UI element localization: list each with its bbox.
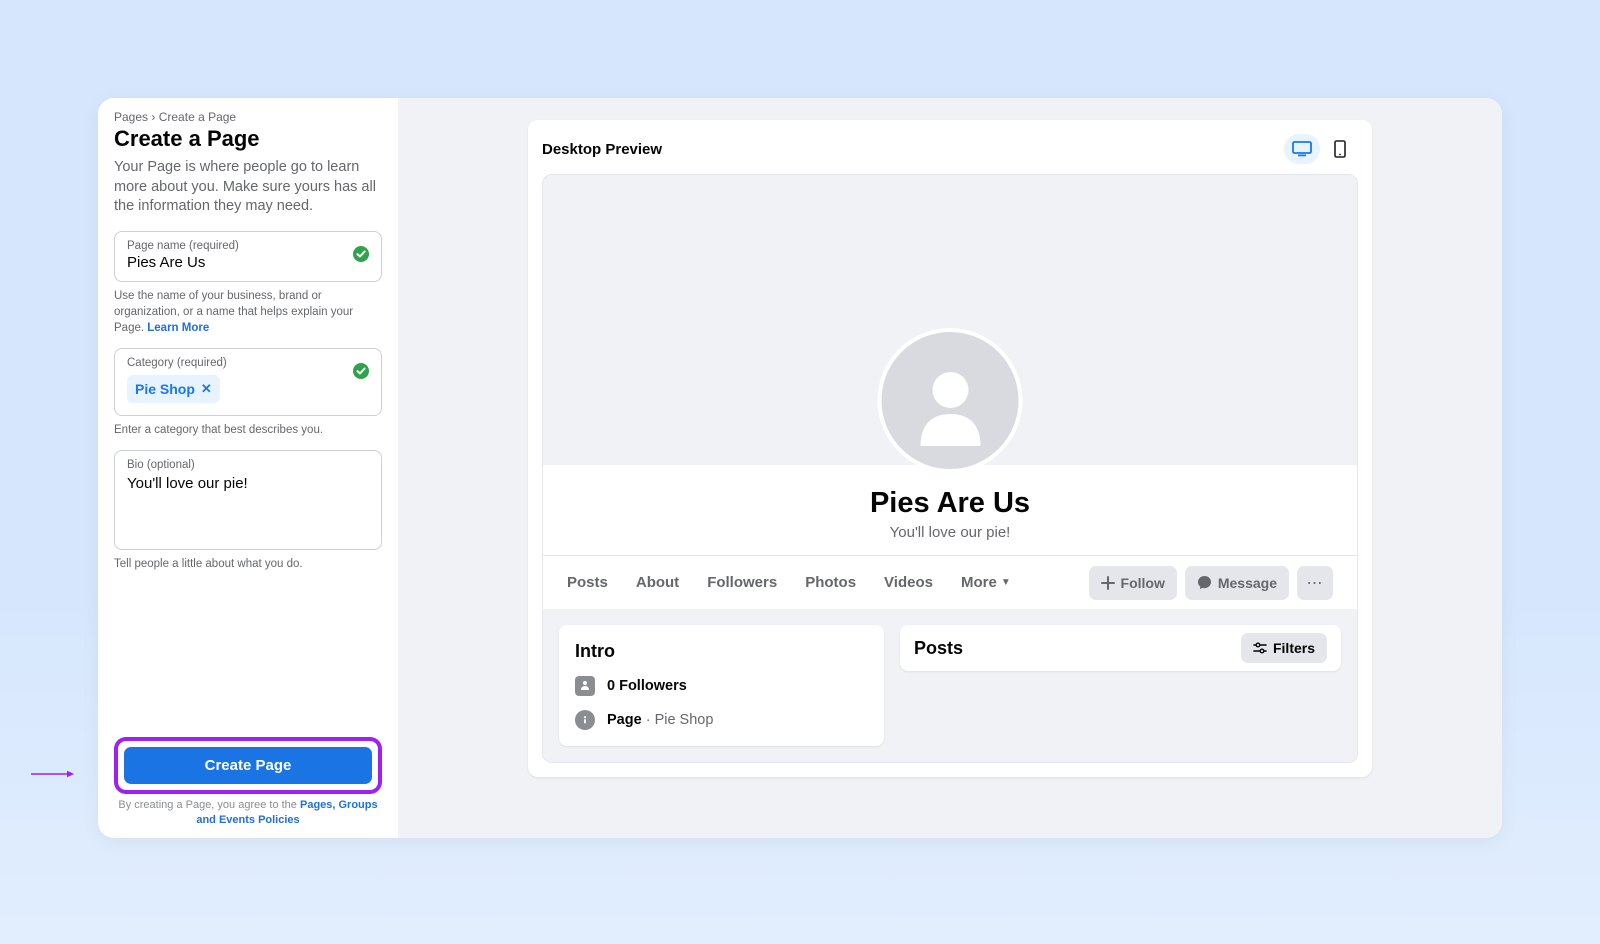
mobile-icon <box>1334 140 1346 158</box>
check-icon <box>353 246 369 262</box>
category-helper: Enter a category that best describes you… <box>114 422 382 438</box>
preview-page-name: Pies Are Us <box>543 487 1357 520</box>
annotation-arrow <box>0 770 108 778</box>
cover-photo-placeholder <box>543 175 1357 465</box>
posts-title: Posts <box>914 638 963 659</box>
desktop-icon <box>1292 141 1312 157</box>
person-icon <box>905 356 995 446</box>
category-label: Category (required) <box>127 357 369 369</box>
learn-more-link[interactable]: Learn More <box>147 322 209 334</box>
intro-page-type: Page · Pie Shop <box>575 710 868 730</box>
intro-title: Intro <box>575 641 868 662</box>
follow-button[interactable]: Follow <box>1089 566 1177 600</box>
follow-icon <box>1101 576 1115 590</box>
tab-row: Posts About Followers Photos Videos More… <box>543 555 1357 609</box>
caret-down-icon: ▼ <box>1001 577 1011 588</box>
bio-value: You'll love our pie! <box>127 475 369 492</box>
page-name-label: Page name (required) <box>127 240 369 252</box>
category-chip-label: Pie Shop <box>135 381 195 397</box>
info-icon <box>575 710 595 730</box>
preview-body: Pies Are Us You'll love our pie! Posts A… <box>542 174 1358 763</box>
check-icon <box>353 363 369 379</box>
create-page-button[interactable]: Create Page <box>124 747 372 784</box>
device-toggle <box>1284 134 1358 164</box>
preview-label: Desktop Preview <box>542 141 662 158</box>
tab-posts[interactable]: Posts <box>567 574 608 591</box>
policy-text: By creating a Page, you agree to the Pag… <box>114 798 382 828</box>
page-title: Create a Page <box>114 126 382 152</box>
category-field[interactable]: Category (required) Pie Shop ✕ <box>114 348 382 416</box>
preview-content-row: Intro 0 Followers Page <box>543 609 1357 762</box>
preview-area: Desktop Preview <box>398 98 1502 838</box>
preview-page-bio: You'll love our pie! <box>543 524 1357 541</box>
intro-page-category: Pie Shop <box>655 712 714 728</box>
filters-button[interactable]: Filters <box>1241 633 1327 663</box>
tab-more[interactable]: More ▼ <box>961 574 1011 591</box>
intro-followers-label: 0 Followers <box>607 678 687 694</box>
message-button[interactable]: Message <box>1185 566 1289 600</box>
intro-card: Intro 0 Followers Page <box>559 625 884 746</box>
app-window: Pages › Create a Page Create a Page Your… <box>98 98 1502 838</box>
desktop-toggle[interactable] <box>1284 134 1320 164</box>
ellipsis-icon: ⋯ <box>1307 573 1324 593</box>
bio-label: Bio (optional) <box>127 459 369 471</box>
tab-followers[interactable]: Followers <box>707 574 777 591</box>
page-name-value: Pies Are Us <box>127 254 369 271</box>
breadcrumb: Pages › Create a Page <box>114 110 382 124</box>
breadcrumb-current: Create a Page <box>159 110 236 124</box>
create-button-highlight: Create Page <box>114 737 382 794</box>
followers-icon <box>575 676 595 696</box>
tab-photos[interactable]: Photos <box>805 574 856 591</box>
breadcrumb-root-link[interactable]: Pages <box>114 110 148 124</box>
more-actions-button[interactable]: ⋯ <box>1297 566 1333 600</box>
remove-chip-icon[interactable]: ✕ <box>201 381 212 397</box>
filters-icon <box>1253 642 1267 654</box>
intro-page-type-label: Page <box>607 712 642 728</box>
mobile-toggle[interactable] <box>1322 134 1358 164</box>
bio-helper: Tell people a little about what you do. <box>114 556 382 572</box>
category-chip: Pie Shop ✕ <box>127 375 220 403</box>
tab-videos[interactable]: Videos <box>884 574 933 591</box>
page-name-field[interactable]: Page name (required) Pies Are Us <box>114 231 382 282</box>
preview-card: Desktop Preview <box>528 120 1372 777</box>
bio-field[interactable]: Bio (optional) You'll love our pie! <box>114 450 382 550</box>
create-page-sidebar: Pages › Create a Page Create a Page Your… <box>98 98 398 838</box>
tab-about[interactable]: About <box>636 574 679 591</box>
posts-card: Posts Filters <box>900 625 1341 671</box>
intro-followers: 0 Followers <box>575 676 868 696</box>
avatar-placeholder <box>878 328 1023 473</box>
page-name-helper: Use the name of your business, brand or … <box>114 288 382 336</box>
page-subtitle: Your Page is where people go to learn mo… <box>114 158 382 217</box>
messenger-icon <box>1197 575 1212 590</box>
